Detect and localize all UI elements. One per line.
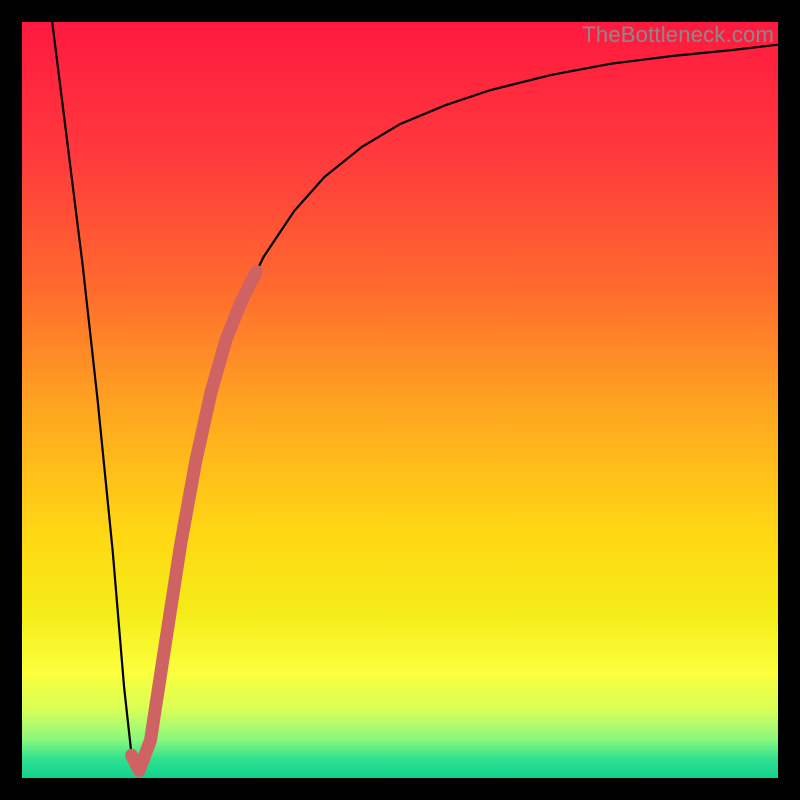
chart-frame: TheBottleneck.com [22,22,778,778]
bottleneck-chart [22,22,778,778]
watermark-text: TheBottleneck.com [582,22,774,48]
gradient-background [22,22,778,778]
